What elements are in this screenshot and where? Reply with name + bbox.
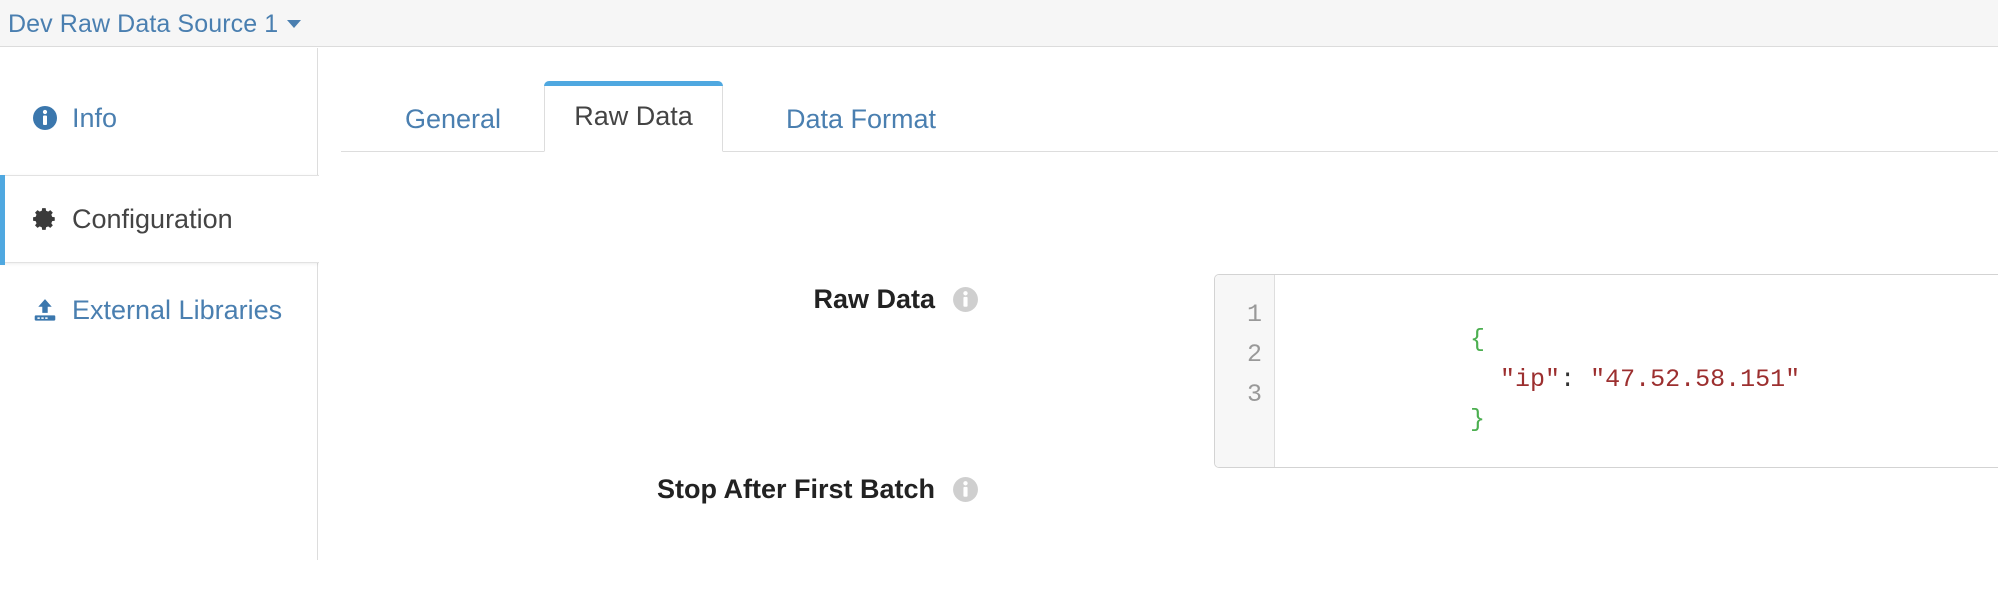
raw-data-label: Raw Data (459, 284, 979, 315)
page-title: Dev Raw Data Source 1 (8, 10, 279, 38)
tab-general-label: General (404, 104, 502, 134)
line-number: 2 (1246, 340, 1262, 369)
editor-gutter: 1 2 3 (1215, 275, 1275, 467)
upload-icon (30, 297, 60, 323)
content-pane: General Raw Data Data Format Raw Data 1 … (319, 48, 1998, 614)
editor-code-area[interactable]: { "ip": "47.52.58.151" } (1276, 275, 1998, 467)
code-line: } (1290, 382, 1485, 457)
stop-after-first-batch-label-text: Stop After First Batch (656, 474, 935, 504)
info-circle-icon (30, 105, 60, 131)
code-token: } (1470, 405, 1486, 434)
tab-raw-data-label: Raw Data (574, 101, 693, 131)
page-header: Dev Raw Data Source 1 (0, 0, 1998, 47)
raw-data-label-text: Raw Data (813, 284, 935, 314)
code-token-colon: : (1560, 365, 1576, 394)
line-number: 3 (1246, 380, 1262, 409)
info-icon[interactable] (952, 476, 979, 503)
info-icon[interactable] (952, 286, 979, 313)
sidebar-item-external-libraries-label: External Libraries (72, 294, 283, 325)
stop-after-first-batch-label: Stop After First Batch (459, 474, 979, 505)
line-number: 1 (1246, 300, 1262, 329)
code-token-value: "47.52.58.151" (1575, 365, 1801, 394)
tab-bar: General Raw Data Data Format (341, 77, 1998, 152)
tab-data-format[interactable]: Data Format (741, 87, 981, 152)
sidebar-item-external-libraries[interactable]: External Libraries (0, 266, 318, 354)
app-root: Dev Raw Data Source 1 Info Configuration… (0, 0, 1998, 614)
gear-icon (30, 206, 60, 232)
tab-raw-data[interactable]: Raw Data (544, 81, 723, 152)
sidebar-item-configuration-label: Configuration (72, 203, 233, 234)
tab-general[interactable]: General (365, 87, 541, 152)
tab-data-format-label: Data Format (785, 104, 937, 134)
caret-down-icon[interactable] (287, 20, 302, 28)
sidebar: Info Configuration External Libraries (0, 48, 320, 560)
code-token-key: "ip" (1500, 365, 1561, 394)
raw-data-code-editor[interactable]: 1 2 3 { "ip": "47.52.58.151" } (1214, 274, 1998, 468)
sidebar-item-configuration[interactable]: Configuration (0, 175, 320, 265)
sidebar-item-info[interactable]: Info (0, 74, 318, 162)
sidebar-item-info-label: Info (72, 102, 118, 133)
pipeline-stage-selector[interactable]: Dev Raw Data Source 1 (8, 10, 302, 39)
